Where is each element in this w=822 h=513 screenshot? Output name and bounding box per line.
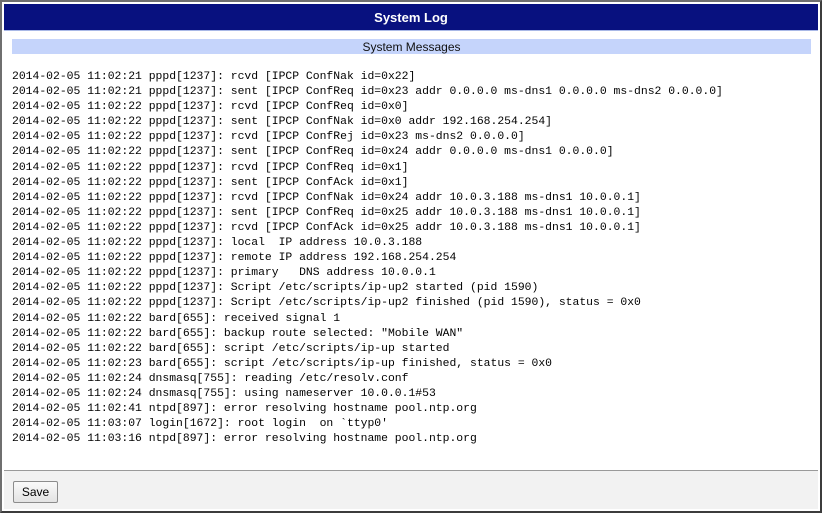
log-line: 2014-02-05 11:02:22 bard[655]: backup ro… [12, 327, 464, 340]
log-line: 2014-02-05 11:02:22 pppd[1237]: sent [IP… [12, 116, 553, 129]
log-line: 2014-02-05 11:02:22 pppd[1237]: rcvd [IP… [12, 101, 409, 114]
log-line: 2014-02-05 11:02:24 dnsmasq[755]: using … [12, 387, 436, 400]
footer-bar: Save [4, 470, 818, 509]
log-line: 2014-02-05 11:02:22 pppd[1237]: rcvd [IP… [12, 161, 409, 174]
log-line: 2014-02-05 11:02:22 pppd[1237]: sent [IP… [12, 206, 641, 219]
log-line: 2014-02-05 11:02:22 pppd[1237]: remote I… [12, 252, 457, 265]
log-output: 2014-02-05 11:02:21 pppd[1237]: rcvd [IP… [12, 70, 812, 460]
window-title: System Log [4, 4, 818, 31]
log-line: 2014-02-05 11:02:24 dnsmasq[755]: readin… [12, 372, 409, 385]
log-line: 2014-02-05 11:02:22 pppd[1237]: local IP… [12, 237, 423, 250]
log-line: 2014-02-05 11:02:22 bard[655]: script /e… [12, 342, 450, 355]
system-log-window: System Log System Messages 2014-02-05 11… [0, 0, 822, 513]
log-line: 2014-02-05 11:02:22 pppd[1237]: Script /… [12, 282, 539, 295]
log-line: 2014-02-05 11:03:07 login[1672]: root lo… [12, 418, 388, 431]
log-line: 2014-02-05 11:02:23 bard[655]: script /e… [12, 357, 553, 370]
log-line: 2014-02-05 11:02:22 pppd[1237]: rcvd [IP… [12, 131, 525, 144]
log-line: 2014-02-05 11:02:21 pppd[1237]: sent [IP… [12, 86, 723, 99]
log-line: 2014-02-05 11:02:22 pppd[1237]: sent [IP… [12, 176, 409, 189]
log-line: 2014-02-05 11:02:41 ntpd[897]: error res… [12, 403, 477, 416]
log-line: 2014-02-05 11:03:16 ntpd[897]: error res… [12, 433, 477, 446]
section-header: System Messages [12, 39, 811, 54]
log-line: 2014-02-05 11:02:21 pppd[1237]: rcvd [IP… [12, 71, 416, 83]
log-line: 2014-02-05 11:02:22 pppd[1237]: primary … [12, 267, 436, 280]
save-button[interactable]: Save [13, 481, 58, 503]
log-line: 2014-02-05 11:02:22 pppd[1237]: Script /… [12, 297, 641, 310]
log-line: 2014-02-05 11:02:22 pppd[1237]: sent [IP… [12, 146, 614, 159]
log-line: 2014-02-05 11:02:22 pppd[1237]: rcvd [IP… [12, 221, 641, 234]
log-line: 2014-02-05 11:02:22 pppd[1237]: rcvd [IP… [12, 191, 641, 204]
log-line: 2014-02-05 11:02:22 bard[655]: received … [12, 312, 341, 325]
